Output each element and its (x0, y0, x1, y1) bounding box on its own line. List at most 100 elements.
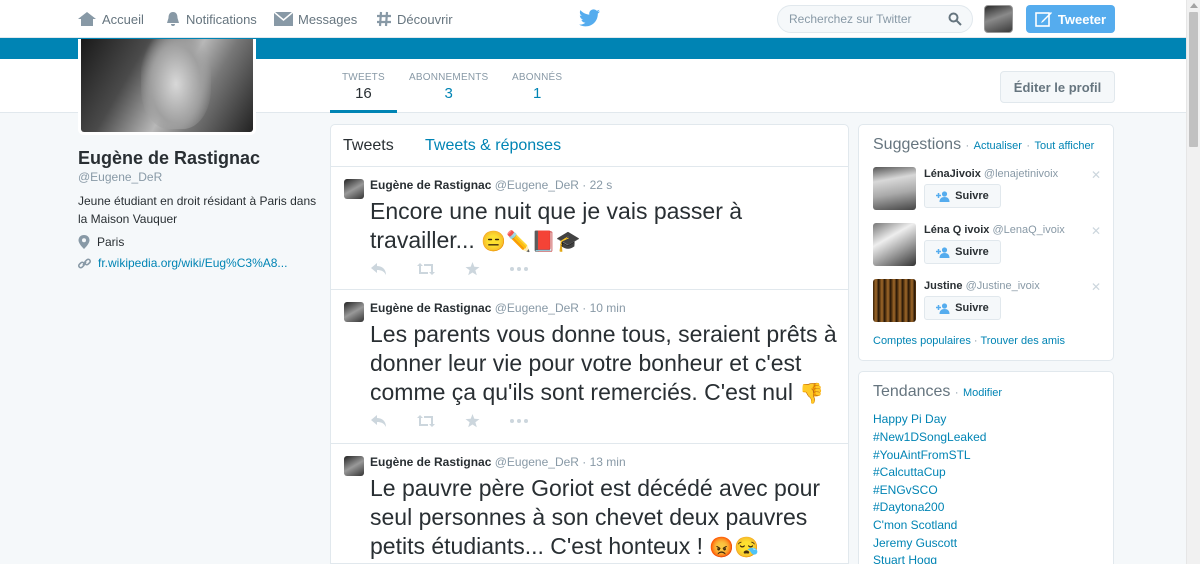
favorite-star-icon[interactable] (465, 262, 480, 276)
suggestion-name[interactable]: LénaJivoix @lenajetinivoix (924, 168, 1058, 180)
stat-followers-value: 1 (532, 85, 542, 102)
trend-item[interactable]: Happy Pi Day (873, 412, 946, 426)
tweet-item[interactable]: Eugène de Rastignac @Eugene_DeR · 22 s E… (331, 167, 848, 290)
compose-tweet-button[interactable]: Tweeter (1026, 5, 1115, 33)
trend-item[interactable]: #New1DSongLeaked (873, 430, 986, 444)
tweet-timestamp[interactable]: · 10 min (582, 301, 625, 315)
popular-accounts-link[interactable]: Comptes populaires (873, 335, 971, 347)
tweet-timestamp[interactable]: · 13 min (582, 455, 625, 469)
reply-icon[interactable] (371, 263, 387, 275)
search-input[interactable]: Recherchez sur Twitter (777, 5, 973, 33)
stat-following[interactable]: ABONNEMENTS 3 (409, 72, 488, 102)
follow-button-label: Suivre (955, 190, 989, 202)
tweet-avatar[interactable] (344, 456, 364, 476)
trend-item[interactable]: #ENGvSCO (873, 483, 938, 497)
more-options-icon[interactable] (510, 419, 528, 423)
tweet-author-handle[interactable]: @Eugene_DeR (495, 301, 579, 315)
tweet-author-handle[interactable]: @Eugene_DeR (495, 178, 579, 192)
nav-home-label: Accueil (102, 11, 144, 27)
more-options-icon[interactable] (510, 267, 528, 271)
suggestion-name[interactable]: Justine @Justine_ivoix (924, 280, 1040, 292)
trend-item[interactable]: #Daytona200 (873, 500, 944, 514)
stat-tweets-label: TWEETS (342, 72, 385, 83)
suggestions-refresh-link[interactable]: Actualiser (974, 140, 1022, 152)
suggestion-avatar[interactable] (873, 167, 916, 210)
suggestion-item: Léna Q ivoix @LenaQ_ivoix Suivre ✕ (873, 223, 1108, 269)
user-avatar-menu[interactable] (984, 5, 1013, 33)
stat-tweets[interactable]: TWEETS 16 (342, 72, 385, 102)
nav-discover[interactable]: Découvrir (376, 0, 453, 38)
add-user-icon (936, 190, 950, 202)
suggestions-view-all-link[interactable]: Tout afficher (1035, 140, 1095, 152)
suggestions-title: Suggestions (873, 136, 962, 153)
nav-notifications[interactable]: Notifications (165, 0, 257, 38)
add-user-icon (936, 246, 950, 258)
tweet-avatar[interactable] (344, 179, 364, 199)
dismiss-suggestion-icon[interactable]: ✕ (1091, 224, 1101, 238)
retweet-icon[interactable] (417, 263, 435, 275)
bell-icon (167, 12, 179, 26)
scroll-up-arrow-icon[interactable] (1190, 3, 1198, 8)
stat-tweets-value: 16 (355, 85, 372, 102)
tab-tweets[interactable]: Tweets (343, 137, 394, 155)
retweet-icon[interactable] (417, 415, 435, 427)
find-friends-link[interactable]: Trouver des amis (980, 335, 1065, 347)
tweet-body: Les parents vous donne tous, seraient pr… (370, 321, 837, 405)
tweet-avatar[interactable] (344, 302, 364, 322)
trend-item[interactable]: #YouAintFromSTL (873, 448, 971, 462)
trend-item[interactable]: Jeremy Guscott (873, 536, 957, 550)
page-scrollbar[interactable] (1186, 0, 1200, 564)
dismiss-suggestion-icon[interactable]: ✕ (1091, 280, 1101, 294)
suggestions-header: Suggestions · Actualiser · Tout afficher (873, 136, 1095, 153)
edit-profile-button[interactable]: Éditer le profil (1000, 71, 1115, 103)
suggestion-item: LénaJivoix @lenajetinivoix Suivre ✕ (873, 167, 1108, 213)
suggestion-avatar[interactable] (873, 279, 916, 322)
stat-followers-label: ABONNÉS (512, 72, 563, 83)
nav-messages-label: Messages (298, 11, 358, 27)
trend-item[interactable]: C'mon Scotland (873, 518, 957, 532)
profile-location-text: Paris (97, 235, 125, 249)
profile-url[interactable]: fr.wikipedia.org/wiki/Eug%C3%A8... (78, 256, 287, 270)
twitter-bird-logo-icon[interactable] (579, 9, 600, 27)
tweet-timestamp[interactable]: · 22 s (582, 178, 612, 192)
dismiss-suggestion-icon[interactable]: ✕ (1091, 168, 1101, 182)
search-icon[interactable] (948, 12, 962, 26)
profile-handle[interactable]: @Eugene_DeR (78, 170, 162, 184)
nav-home[interactable]: Accueil (77, 0, 144, 38)
follow-button[interactable]: Suivre (924, 240, 1001, 264)
tab-tweets-replies[interactable]: Tweets & réponses (425, 137, 561, 155)
trend-item[interactable]: Stuart Hogg (873, 553, 937, 564)
scrollbar-thumb[interactable] (1189, 12, 1198, 147)
tweet-item[interactable]: Eugène de Rastignac @Eugene_DeR · 13 min… (331, 444, 848, 564)
reply-icon[interactable] (371, 415, 387, 427)
stat-followers[interactable]: ABONNÉS 1 (512, 72, 562, 102)
timeline: Tweets Tweets & réponses Eugène de Rasti… (330, 124, 849, 564)
tweet-header: Eugène de Rastignac @Eugene_DeR · 13 min (370, 455, 626, 469)
follow-button[interactable]: Suivre (924, 296, 1001, 320)
tweet-actions (371, 414, 558, 428)
suggestion-avatar[interactable] (873, 223, 916, 266)
tweet-emoji: 😑✏️📕🎓 (481, 231, 581, 253)
suggestion-name[interactable]: Léna Q ivoix @LenaQ_ivoix (924, 224, 1065, 236)
tweet-item[interactable]: Eugène de Rastignac @Eugene_DeR · 10 min… (331, 290, 848, 444)
tweet-author-name[interactable]: Eugène de Rastignac (370, 455, 491, 469)
location-pin-icon (78, 235, 90, 249)
envelope-icon (274, 12, 293, 26)
profile-name[interactable]: Eugène de Rastignac (78, 148, 260, 169)
favorite-star-icon[interactable] (465, 414, 480, 428)
nav-discover-label: Découvrir (397, 11, 453, 27)
tweet-text: Le pauvre père Goriot est décédé avec po… (370, 474, 840, 563)
tweet-author-handle[interactable]: @Eugene_DeR (495, 455, 579, 469)
tweet-text: Encore une nuit que je vais passer à tra… (370, 197, 840, 257)
nav-messages[interactable]: Messages (274, 0, 357, 38)
top-navigation-bar: Accueil Notifications Messages Découvrir… (0, 0, 1186, 38)
tweet-author-name[interactable]: Eugène de Rastignac (370, 301, 491, 315)
trend-item[interactable]: #CalcuttaCup (873, 465, 946, 479)
follow-button[interactable]: Suivre (924, 184, 1001, 208)
timeline-tabs: Tweets Tweets & réponses (331, 125, 848, 167)
profile-photo[interactable] (78, 39, 256, 135)
trends-change-link[interactable]: Modifier (963, 387, 1002, 399)
trends-title: Tendances (873, 383, 951, 400)
tweet-author-name[interactable]: Eugène de Rastignac (370, 178, 491, 192)
home-icon (78, 12, 96, 26)
